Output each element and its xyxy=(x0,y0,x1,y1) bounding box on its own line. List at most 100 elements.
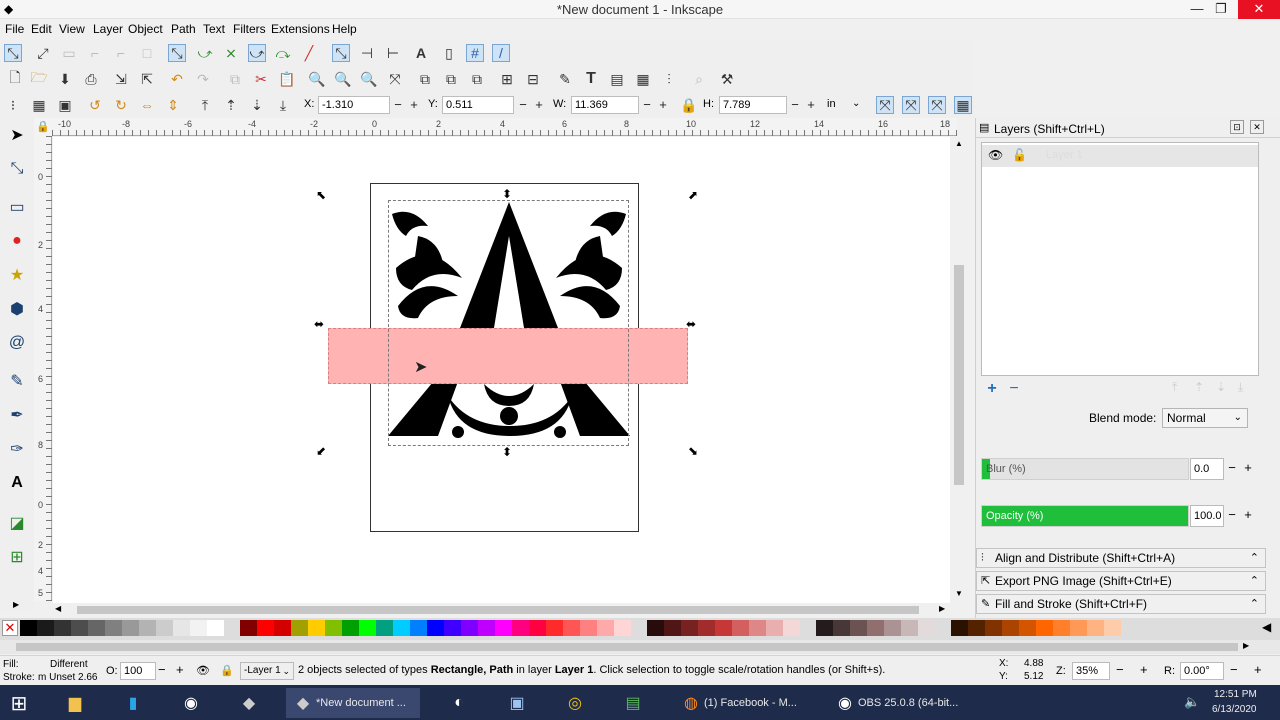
rotation-increment-button[interactable]: + xyxy=(1254,662,1262,677)
scale-corners-icon[interactable]: ⤧ xyxy=(902,96,920,114)
snap-center-icon[interactable]: □ xyxy=(138,44,156,62)
maximize-button[interactable]: ❐ xyxy=(1206,0,1236,19)
color-swatch[interactable] xyxy=(359,620,376,636)
color-swatch[interactable] xyxy=(918,620,935,636)
zoom-page-icon[interactable]: 🔍 xyxy=(360,70,378,88)
color-swatch[interactable] xyxy=(190,620,207,636)
color-swatch[interactable] xyxy=(816,620,833,636)
lower-icon[interactable]: ⇣ xyxy=(248,96,266,114)
flip-vertical-icon[interactable]: ⇕ xyxy=(164,96,182,114)
color-swatch[interactable] xyxy=(393,620,410,636)
current-layer-select[interactable]: -Layer 1 ⌄ xyxy=(240,662,294,680)
snap-object-center-icon[interactable]: ⊣ xyxy=(358,44,376,62)
scale-handle-left[interactable]: ⬌ xyxy=(314,317,324,331)
pencil-tool-icon[interactable]: ✎ xyxy=(4,368,30,394)
visibility-eye-icon[interactable]: 👁 xyxy=(988,148,1003,162)
color-swatch[interactable] xyxy=(410,620,427,636)
zoom-input[interactable]: 35% xyxy=(1072,662,1110,680)
stroke-value[interactable]: m Unset 2.66 xyxy=(38,672,97,683)
color-swatch[interactable] xyxy=(901,620,918,636)
unlink-clone-icon[interactable]: ⧉ xyxy=(468,70,486,88)
print-icon[interactable]: ⎙ xyxy=(82,70,100,88)
color-swatch[interactable] xyxy=(1002,620,1019,636)
color-palette[interactable]: ✕ ◀ xyxy=(0,618,1280,640)
scale-handle-top[interactable]: ⬍ xyxy=(502,187,512,201)
layer-visibility-icon[interactable]: 👁 xyxy=(196,664,210,677)
color-swatch[interactable] xyxy=(1036,620,1053,636)
color-swatch[interactable] xyxy=(512,620,529,636)
chevron-up-icon[interactable]: ⌃ xyxy=(1250,572,1259,590)
snap-midpoint-icon[interactable]: ⌐ xyxy=(112,44,130,62)
layer-lower-to-bottom-icon[interactable]: ⤓ xyxy=(1238,380,1243,395)
select-all-icon[interactable]: ⁝ xyxy=(4,96,22,114)
y-decrement-button[interactable]: − xyxy=(516,96,530,114)
image-app-button[interactable]: ▣ xyxy=(504,688,530,718)
menu-edit[interactable]: Edit xyxy=(31,22,52,36)
color-swatch[interactable] xyxy=(139,620,156,636)
scale-handle-bottom-right[interactable]: ⬊ xyxy=(688,444,698,458)
color-swatch[interactable] xyxy=(37,620,54,636)
redo-icon[interactable]: ↷ xyxy=(194,70,212,88)
snap-smooth-icon[interactable]: ⤼ xyxy=(274,44,292,62)
inkscape-taskbar-button[interactable]: ◆ xyxy=(236,688,262,718)
save-icon[interactable]: ⬇ xyxy=(56,70,74,88)
y-input[interactable]: 0.511 xyxy=(442,96,514,114)
layers-list[interactable]: 👁 🔓 Layer 1 xyxy=(981,142,1259,376)
import-icon[interactable]: ⇲ xyxy=(112,70,130,88)
color-swatch[interactable] xyxy=(732,620,749,636)
layer-lock-icon[interactable]: 🔓 xyxy=(1012,148,1027,162)
scale-handle-right[interactable]: ⬌ xyxy=(686,317,696,331)
lower-to-bottom-icon[interactable]: ⤓ xyxy=(274,96,292,114)
color-swatch[interactable] xyxy=(1070,620,1087,636)
open-icon[interactable]: 🗁 xyxy=(30,69,48,88)
no-paint-swatch[interactable]: ✕ xyxy=(2,620,18,636)
blur-increment-button[interactable]: + xyxy=(1240,458,1256,480)
fill-value[interactable]: Different xyxy=(50,659,88,670)
scale-handle-top-left[interactable]: ⬉ xyxy=(316,188,326,202)
close-button[interactable]: ✕ xyxy=(1238,0,1280,19)
layer-lock-toggle-icon[interactable]: 🔒 xyxy=(220,664,234,677)
opacity-increment-button[interactable]: + xyxy=(1240,505,1256,527)
fill-stroke-expander[interactable]: ✎ Fill and Stroke (Shift+Ctrl+F) ⌃ xyxy=(976,594,1266,614)
panel-close-icon[interactable]: ✕ xyxy=(1250,120,1264,134)
color-swatch[interactable] xyxy=(951,620,968,636)
zoom-width-icon[interactable]: ⤧ xyxy=(386,70,404,88)
status-opacity-increment[interactable]: + xyxy=(176,662,184,677)
scale-handle-bottom[interactable]: ⬍ xyxy=(502,445,512,459)
blur-decrement-button[interactable]: − xyxy=(1224,458,1240,480)
menu-filters[interactable]: Filters xyxy=(233,22,266,36)
panel-iconify-icon[interactable]: ⊡ xyxy=(1230,120,1244,134)
snap-edge-icon[interactable]: ▭ xyxy=(60,44,78,62)
rotate-ccw-icon[interactable]: ↺ xyxy=(86,96,104,114)
color-swatch[interactable] xyxy=(968,620,985,636)
clock-date[interactable]: 6/13/2020 xyxy=(1212,704,1257,715)
raise-to-top-icon[interactable]: ⤒ xyxy=(196,96,214,114)
horizontal-scroll-thumb[interactable] xyxy=(77,606,919,614)
color-swatch[interactable] xyxy=(563,620,580,636)
snap-line-mid-icon[interactable]: ╱ xyxy=(300,44,318,62)
node-tool-icon[interactable]: ⤡ xyxy=(4,156,30,182)
zoom-drawing-icon[interactable]: 🔍 xyxy=(334,70,352,88)
snap-others-icon[interactable]: ⤡ xyxy=(332,44,350,62)
color-swatch[interactable] xyxy=(884,620,901,636)
pen-tool-icon[interactable]: ✒ xyxy=(4,402,30,428)
color-swatch[interactable] xyxy=(478,620,495,636)
chevron-down-icon[interactable]: ⌄ xyxy=(852,98,860,109)
scale-stroke-icon[interactable]: ⤧ xyxy=(876,96,894,114)
undo-icon[interactable]: ↶ xyxy=(168,70,186,88)
color-swatch[interactable] xyxy=(427,620,444,636)
color-swatch[interactable] xyxy=(546,620,563,636)
status-opacity-input[interactable]: 100 xyxy=(120,662,156,680)
volume-icon[interactable]: 🔈 xyxy=(1184,694,1200,710)
align-distribute-expander[interactable]: ⫶ Align and Distribute (Shift+Ctrl+A) ⌃ xyxy=(976,548,1266,568)
text-tool-icon[interactable]: A xyxy=(4,470,30,496)
color-swatch[interactable] xyxy=(850,620,867,636)
h-increment-button[interactable]: + xyxy=(804,96,818,114)
rectangle-tool-icon[interactable]: ▭ xyxy=(4,194,30,220)
scroll-up-icon[interactable]: ▲ xyxy=(955,139,963,148)
group-icon[interactable]: ⊞ xyxy=(498,70,516,88)
firefox-facebook-task[interactable]: ◍ (1) Facebook - M... xyxy=(674,688,810,718)
find-icon[interactable]: ⌕ xyxy=(690,70,708,88)
menu-view[interactable]: View xyxy=(59,22,85,36)
snap-rotation-center-icon[interactable]: ⊢ xyxy=(384,44,402,62)
